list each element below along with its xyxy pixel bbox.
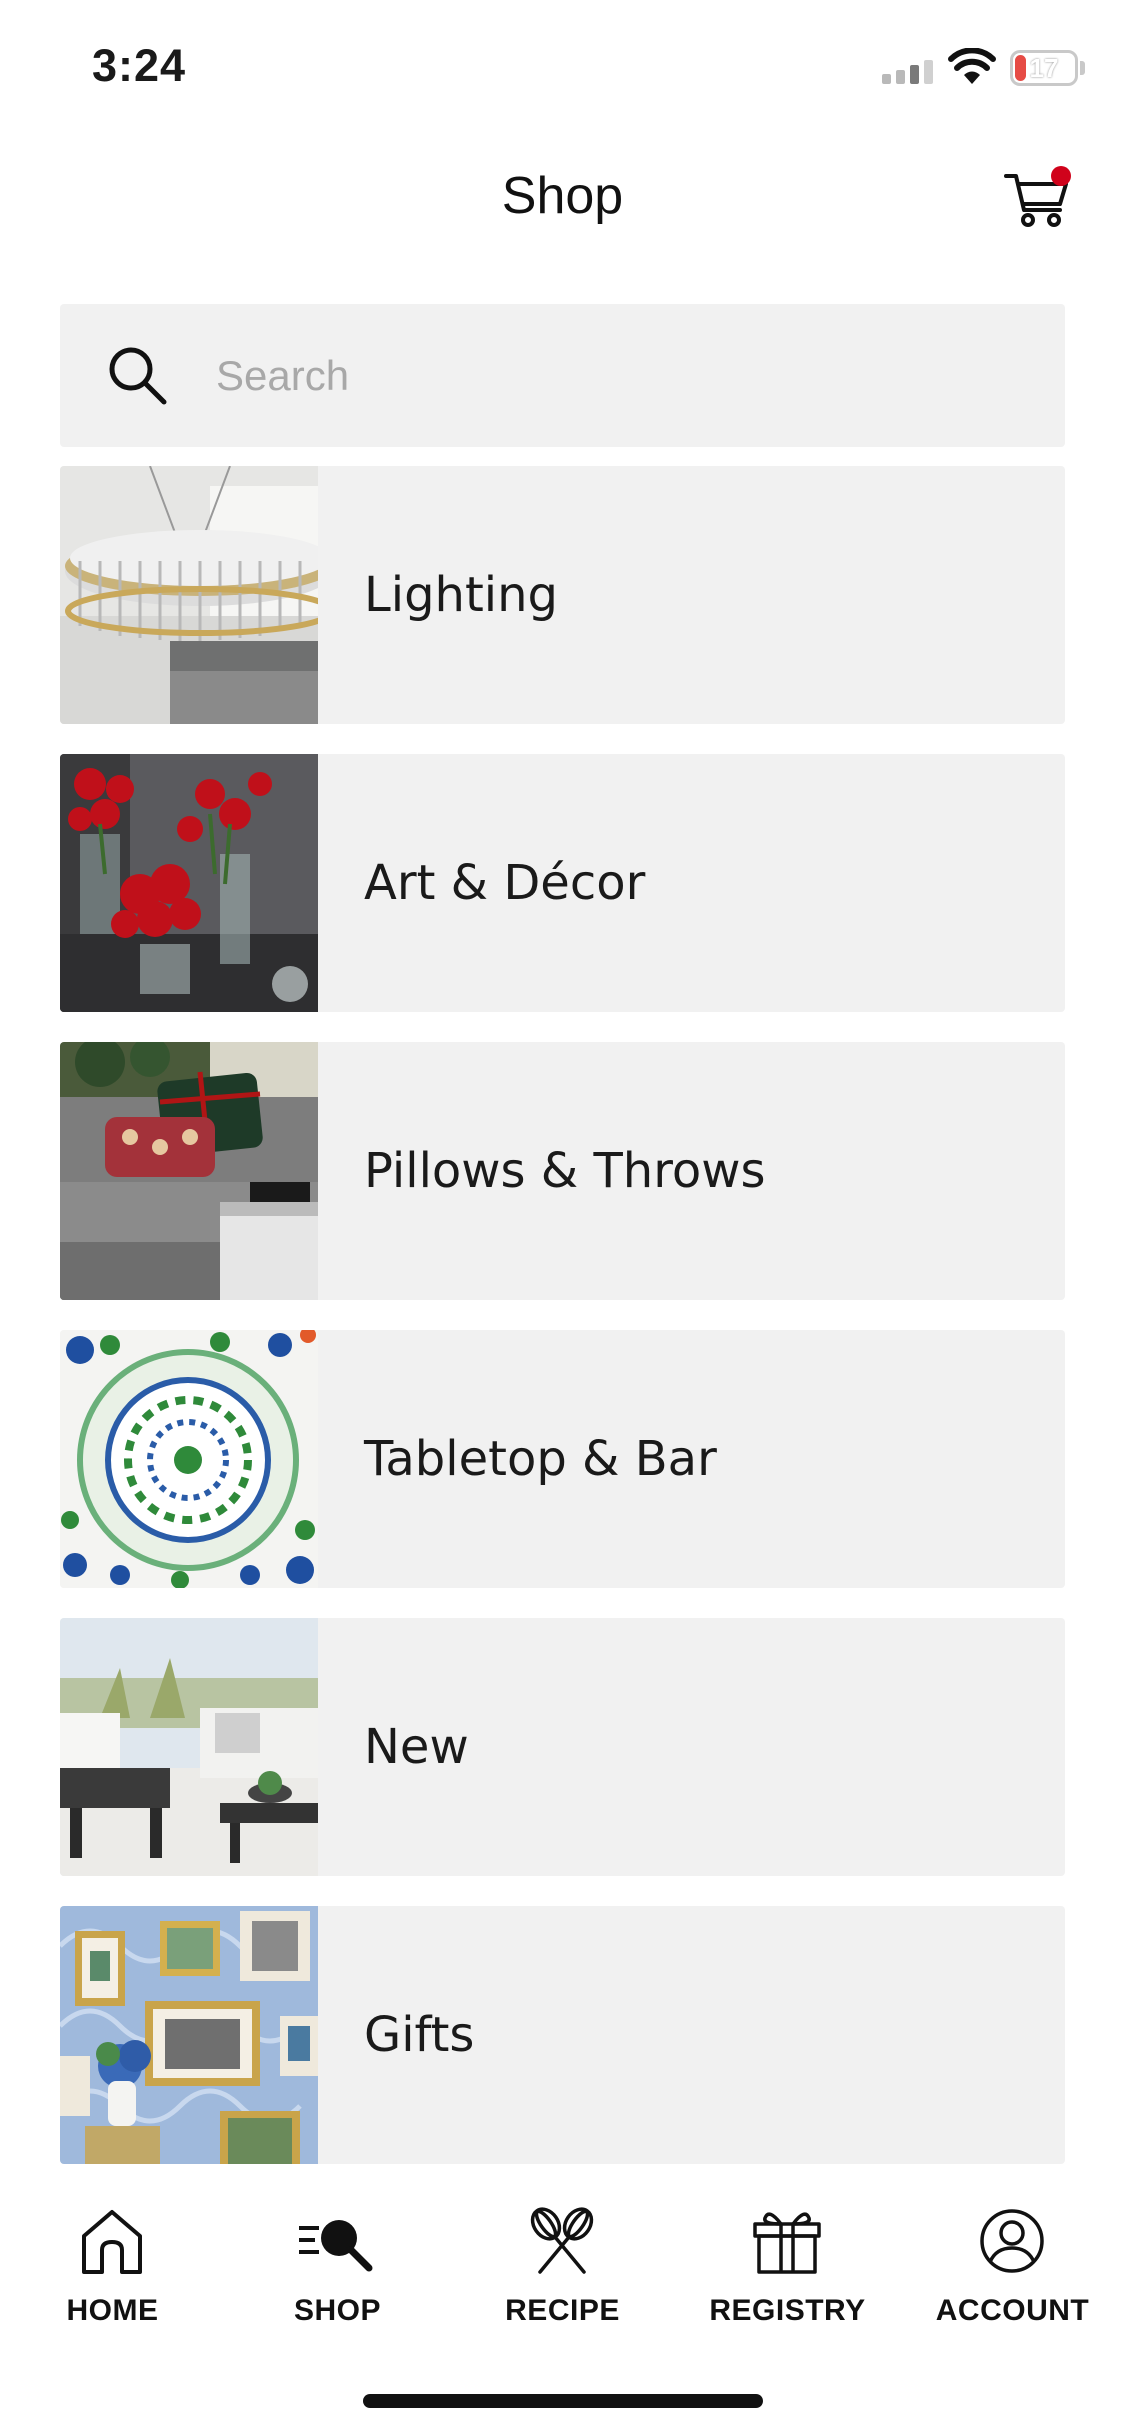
shop-screen: 3:24 17 Shop Search Lighting Art & Décor…: [0, 0, 1125, 2436]
tab-recipe[interactable]: RECIPE: [450, 2166, 675, 2346]
shop-search-icon: [299, 2220, 373, 2272]
wifi-icon: [948, 48, 996, 84]
tab-label: REGISTRY: [709, 2294, 866, 2327]
outdoor-furniture-photo: [60, 1618, 318, 1876]
chandelier-photo: [60, 466, 318, 724]
whisk-icon: [530, 2207, 594, 2274]
battery-level: 17: [1029, 53, 1059, 83]
cart-badge: [1051, 166, 1071, 186]
picture-frames-photo: [60, 1906, 318, 2164]
account-icon: [980, 2209, 1044, 2273]
home-icon: [82, 2210, 142, 2274]
tab-label: ACCOUNT: [935, 2294, 1090, 2327]
tab-bar: HOME SHOP RECIPE REGISTRY ACCOUNT: [0, 2166, 1125, 2366]
battery-tip: [1080, 61, 1085, 75]
tab-home[interactable]: HOME: [0, 2166, 225, 2346]
category-tabletop-bar[interactable]: Tabletop & Bar: [60, 1330, 1065, 1588]
tab-shop[interactable]: SHOP: [225, 2166, 450, 2346]
sofa-pillows-photo: [60, 1042, 318, 1300]
tab-label: RECIPE: [505, 2294, 620, 2327]
home-indicator: [363, 2394, 763, 2408]
tab-label: SHOP: [293, 2294, 382, 2327]
tab-registry[interactable]: REGISTRY: [675, 2166, 900, 2346]
category-list: Lighting Art & Décor Pillows & Throws Ta…: [60, 466, 1065, 2194]
category-label: Lighting: [364, 567, 559, 623]
category-gifts[interactable]: Gifts: [60, 1906, 1065, 2164]
gift-icon: [753, 2212, 821, 2274]
category-label: Pillows & Throws: [364, 1143, 766, 1199]
status-bar: 3:24 17: [0, 0, 1125, 140]
category-new[interactable]: New: [60, 1618, 1065, 1876]
battery-icon: 17: [1010, 50, 1078, 86]
tab-label: HOME: [66, 2294, 159, 2327]
page-title: Shop: [501, 167, 624, 225]
search-bar[interactable]: [60, 304, 1065, 447]
category-label: Art & Décor: [364, 855, 646, 911]
tab-account[interactable]: ACCOUNT: [900, 2166, 1125, 2346]
search-input[interactable]: [216, 304, 1036, 447]
category-art-decor[interactable]: Art & Décor: [60, 754, 1065, 1012]
category-pillows-throws[interactable]: Pillows & Throws: [60, 1042, 1065, 1300]
category-label: Tabletop & Bar: [364, 1431, 717, 1487]
header: Shop: [0, 150, 1125, 250]
category-label: New: [364, 1719, 469, 1775]
blue-green-plate-photo: [60, 1330, 318, 1588]
cellular-signal-icon: [882, 60, 933, 84]
red-flowers-photo: [60, 754, 318, 1012]
category-label: Gifts: [364, 2007, 475, 2063]
search-icon: [109, 347, 167, 405]
category-lighting[interactable]: Lighting: [60, 466, 1065, 724]
status-time: 3:24: [92, 40, 187, 91]
